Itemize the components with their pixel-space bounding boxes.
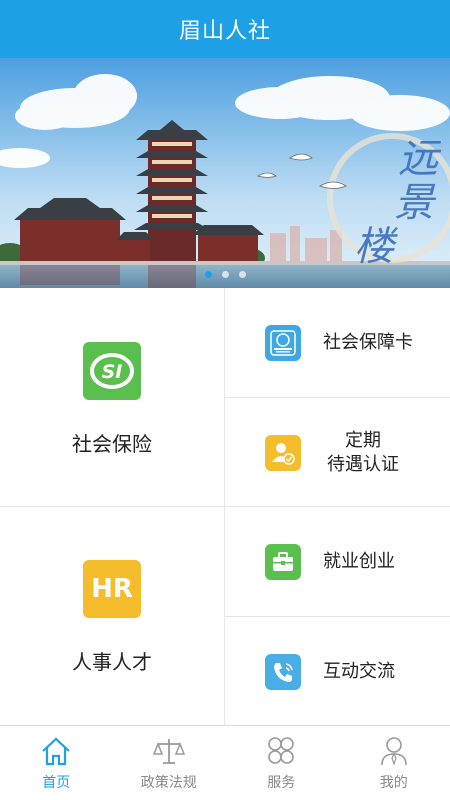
- caption-char: 景: [394, 180, 434, 226]
- carousel-indicators: [0, 271, 450, 278]
- grid-icon: [264, 734, 298, 768]
- hr-icon-text: HR: [91, 574, 133, 604]
- social-insurance-tile[interactable]: SI 社会保险: [0, 288, 224, 506]
- home-icon: [39, 734, 73, 768]
- app-root: 眉山人社 远 景 楼 SI 社会保险 HR 人事人才 社会保障卡 定期 待遇认证…: [0, 0, 450, 800]
- hr-talent-label: 人事人才: [72, 650, 152, 674]
- si-logo-text: SI: [102, 361, 123, 383]
- tab-label: 政策法规: [140, 775, 197, 791]
- phone-icon: [265, 653, 301, 690]
- profile-icon: [377, 734, 411, 768]
- interaction-label: 互动交流: [323, 660, 395, 682]
- label-line: 定期: [345, 429, 381, 451]
- bottom-tab-bar: 首页 政策法规 服务 我的: [0, 725, 450, 800]
- interaction-tile[interactable]: 互动交流: [225, 617, 450, 726]
- social-insurance-label: 社会保险: [72, 432, 152, 456]
- page-title: 眉山人社: [178, 19, 271, 44]
- banner-caption: 远 景 楼: [352, 126, 442, 276]
- tab-services[interactable]: 服务: [225, 726, 338, 800]
- carousel-dot-active[interactable]: [204, 271, 212, 278]
- top-bar: 眉山人社: [0, 0, 450, 58]
- scales-icon: [152, 734, 186, 768]
- tab-label: 首页: [42, 775, 71, 791]
- employment-label: 就业创业: [323, 550, 395, 572]
- banner-carousel[interactable]: 远 景 楼: [0, 58, 450, 288]
- label-line: 待遇认证: [327, 453, 399, 475]
- social-security-card-label: 社会保障卡: [323, 331, 413, 353]
- briefcase-icon: [265, 543, 301, 580]
- caption-char: 楼: [354, 224, 394, 270]
- service-grid: SI 社会保险 HR 人事人才 社会保障卡 定期 待遇认证 就业创业 互动交流: [0, 288, 450, 725]
- social-security-card-tile[interactable]: 社会保障卡: [225, 288, 450, 397]
- tab-home[interactable]: 首页: [0, 726, 113, 800]
- user-verify-icon: [265, 434, 301, 471]
- hr-icon: HR: [83, 560, 141, 618]
- tab-policy[interactable]: 政策法规: [113, 726, 226, 800]
- employment-tile[interactable]: 就业创业: [225, 507, 450, 616]
- carousel-dot[interactable]: [238, 271, 246, 278]
- social-security-card-icon: [265, 324, 301, 361]
- tab-label: 我的: [379, 775, 408, 791]
- si-logo-icon: SI: [83, 342, 141, 400]
- tab-mine[interactable]: 我的: [338, 726, 450, 800]
- benefit-certification-tile[interactable]: 定期 待遇认证: [225, 398, 450, 507]
- benefit-certification-label: 定期 待遇认证: [327, 429, 399, 477]
- hr-talent-tile[interactable]: HR 人事人才: [0, 506, 224, 725]
- carousel-dot[interactable]: [221, 271, 229, 278]
- tab-label: 服务: [267, 775, 296, 791]
